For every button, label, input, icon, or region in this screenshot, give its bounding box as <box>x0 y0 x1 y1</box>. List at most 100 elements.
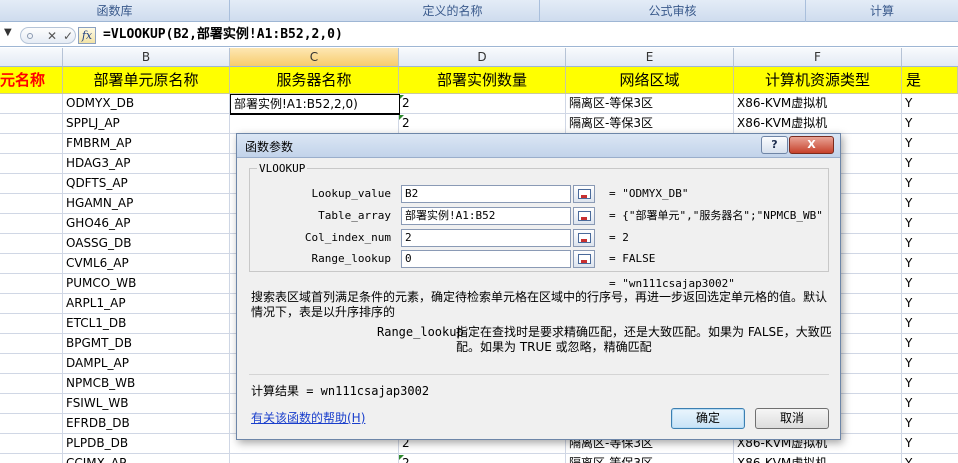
cell-e[interactable]: 隔离区-等保3区 <box>566 454 734 463</box>
collapse-dialog-button-1[interactable] <box>573 185 595 203</box>
cell-f[interactable]: X86-KVM虚拟机 <box>734 454 902 463</box>
collapse-dialog-button-3[interactable] <box>573 229 595 247</box>
cell-a[interactable] <box>0 174 63 194</box>
table-array-input[interactable]: 部署实例!A1:B52 <box>401 207 571 225</box>
column-header-f[interactable]: F <box>734 48 902 67</box>
header-cell-e[interactable]: 网络区域 <box>566 67 734 94</box>
ribbon-group-formula-auditing[interactable]: 公式审核 <box>540 0 806 22</box>
ribbon-group-calculation[interactable]: 计算 <box>806 0 958 22</box>
cell-g[interactable]: Y <box>902 394 958 414</box>
header-cell-b[interactable]: 部署单元原名称 <box>63 67 230 94</box>
cell-a[interactable] <box>0 394 63 414</box>
cell-g[interactable]: Y <box>902 254 958 274</box>
cell-b[interactable]: ARPL1_AP <box>63 294 230 314</box>
cell-b[interactable]: FMBRM_AP <box>63 134 230 154</box>
cell-a[interactable] <box>0 114 63 134</box>
cell-a[interactable] <box>0 254 63 274</box>
cell-g[interactable]: Y <box>902 274 958 294</box>
cell-g[interactable]: Y <box>902 434 958 454</box>
cell-a[interactable] <box>0 194 63 214</box>
formula-input[interactable]: =VLOOKUP(B2,部署实例!A1:B52,2,0) <box>103 26 343 44</box>
cell-b[interactable]: ODMYX_DB <box>63 94 230 114</box>
cell-a[interactable] <box>0 434 63 454</box>
column-header-e[interactable]: E <box>566 48 734 67</box>
dialog-title-bar[interactable]: 函数参数 ? X <box>237 134 840 158</box>
cell-e[interactable]: 隔离区-等保3区 <box>566 114 734 134</box>
collapse-dialog-button-4[interactable] <box>573 250 595 268</box>
cell-g[interactable]: Y <box>902 314 958 334</box>
cell-a[interactable] <box>0 214 63 234</box>
cell-f[interactable]: X86-KVM虚拟机 <box>734 114 902 134</box>
ok-button[interactable]: 确定 <box>671 408 745 429</box>
enter-formula-icon[interactable]: ✓ <box>59 28 77 44</box>
help-icon[interactable]: ? <box>761 136 788 154</box>
cell-b[interactable]: PUMCO_WB <box>63 274 230 294</box>
header-cell-g[interactable]: 是 <box>902 67 958 94</box>
cell-c[interactable] <box>230 114 399 134</box>
cell-g[interactable]: Y <box>902 114 958 134</box>
cell-b[interactable]: PLPDB_DB <box>63 434 230 454</box>
range-lookup-input[interactable]: 0 <box>401 250 571 268</box>
cell-a[interactable] <box>0 154 63 174</box>
cell-a[interactable] <box>0 314 63 334</box>
cell-a[interactable] <box>0 134 63 154</box>
cell-d[interactable]: 2 <box>399 454 566 463</box>
cell-g[interactable]: Y <box>902 194 958 214</box>
cell-g[interactable]: Y <box>902 374 958 394</box>
ribbon-group-function-library[interactable]: 函数库 <box>0 0 230 22</box>
cell-b[interactable]: OASSG_DB <box>63 234 230 254</box>
cell-g[interactable]: Y <box>902 294 958 314</box>
cell-e[interactable]: 隔离区-等保3区 <box>566 94 734 114</box>
col-index-num-input[interactable]: 2 <box>401 229 571 247</box>
cell-a[interactable] <box>0 454 63 463</box>
cell-g[interactable]: Y <box>902 94 958 114</box>
cell-g[interactable]: Y <box>902 234 958 254</box>
header-cell-c[interactable]: 服务器名称 <box>230 67 399 94</box>
editing-cell-c2[interactable]: 部署实例!A1:B52,2,0) <box>230 94 400 115</box>
insert-function-icon[interactable]: fx <box>78 27 96 44</box>
cell-g[interactable]: Y <box>902 414 958 434</box>
cell-b[interactable]: FSIWL_WB <box>63 394 230 414</box>
header-cell-a[interactable]: 元名称 <box>0 67 63 94</box>
cell-b[interactable]: QDFTS_AP <box>63 174 230 194</box>
ribbon-group-defined-names[interactable]: 定义的名称 <box>366 0 540 22</box>
header-cell-d[interactable]: 部署实例数量 <box>399 67 566 94</box>
column-header-d[interactable]: D <box>399 48 566 67</box>
cell-a[interactable] <box>0 94 63 114</box>
cell-b[interactable]: EFRDB_DB <box>63 414 230 434</box>
cell-b[interactable]: CCIMX_AP <box>63 454 230 463</box>
cell-a[interactable] <box>0 414 63 434</box>
cell-b[interactable]: GHO46_AP <box>63 214 230 234</box>
column-header-a[interactable] <box>0 48 63 67</box>
cell-f[interactable]: X86-KVM虚拟机 <box>734 94 902 114</box>
cell-g[interactable]: Y <box>902 354 958 374</box>
header-cell-f[interactable]: 计算机资源类型 <box>734 67 902 94</box>
function-help-link[interactable]: 有关该函数的帮助(H) <box>251 411 365 426</box>
cell-d[interactable]: 2 <box>399 94 566 114</box>
cell-g[interactable]: Y <box>902 134 958 154</box>
cell-g[interactable]: Y <box>902 334 958 354</box>
column-header-c[interactable]: C <box>230 48 399 67</box>
collapse-dialog-button-2[interactable] <box>573 207 595 225</box>
column-header-b[interactable]: B <box>63 48 230 67</box>
cell-b[interactable]: SPPLJ_AP <box>63 114 230 134</box>
cell-b[interactable]: CVML6_AP <box>63 254 230 274</box>
cell-b[interactable]: NPMCB_WB <box>63 374 230 394</box>
cell-c[interactable] <box>230 454 399 463</box>
cell-a[interactable] <box>0 234 63 254</box>
cell-g[interactable]: Y <box>902 214 958 234</box>
cell-a[interactable] <box>0 294 63 314</box>
close-icon[interactable]: X <box>789 136 834 154</box>
cell-a[interactable] <box>0 274 63 294</box>
cell-b[interactable]: DAMPL_AP <box>63 354 230 374</box>
cell-g[interactable]: Y <box>902 174 958 194</box>
name-box-dropdown-icon[interactable]: ▼ <box>4 27 12 38</box>
cell-b[interactable]: HGAMN_AP <box>63 194 230 214</box>
cell-a[interactable] <box>0 334 63 354</box>
cell-b[interactable]: BPGMT_DB <box>63 334 230 354</box>
cell-g[interactable]: Y <box>902 154 958 174</box>
cancel-button[interactable]: 取消 <box>755 408 829 429</box>
cell-a[interactable] <box>0 354 63 374</box>
lookup-value-input[interactable]: B2 <box>401 185 571 203</box>
cell-g[interactable]: Y <box>902 454 958 463</box>
